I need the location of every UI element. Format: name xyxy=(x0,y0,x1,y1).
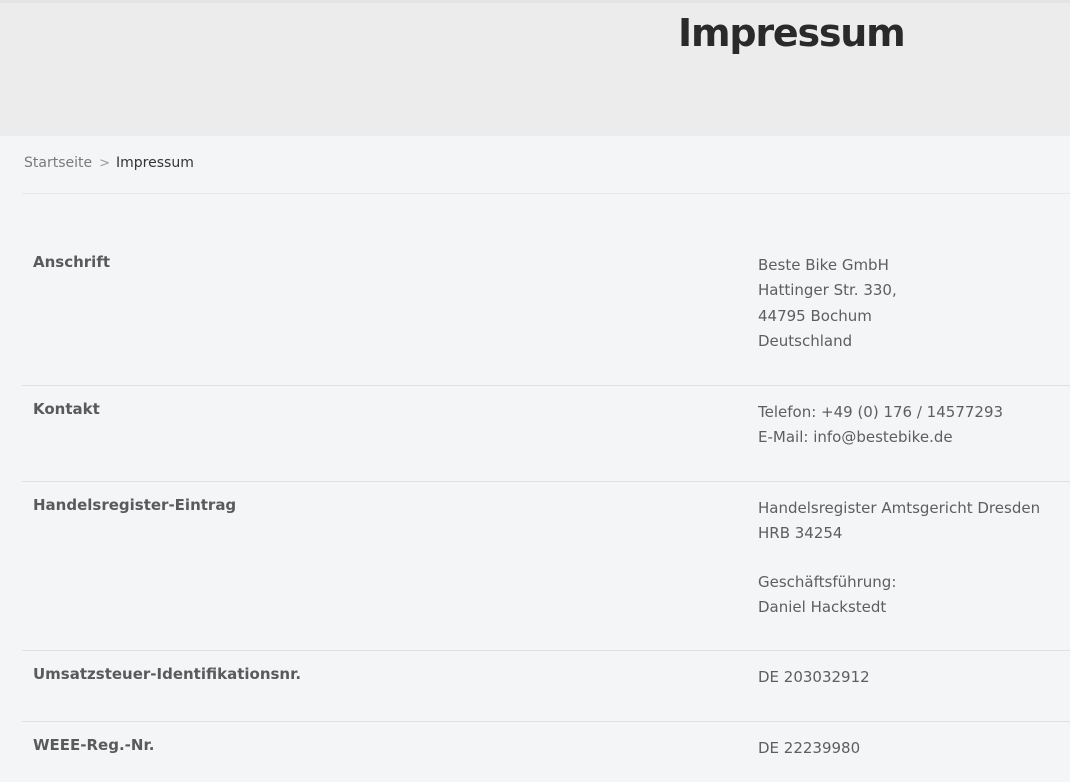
breadcrumb-home-link[interactable]: Startseite xyxy=(24,155,92,171)
row-label: Anschrift xyxy=(33,253,111,271)
imprint-row-handelsregister: Handelsregister-Eintrag Handelsregister … xyxy=(22,482,1070,651)
row-label: Kontakt xyxy=(33,400,100,418)
management-name: Daniel Hackstedt xyxy=(758,597,887,616)
chevron-right-icon: > xyxy=(99,156,111,171)
vat-id-value: DE 203032912 xyxy=(758,668,870,686)
email-prefix: E-Mail: xyxy=(758,428,814,447)
company-name: Beste Bike GmbH xyxy=(758,256,889,274)
register-number: HRB 34254 xyxy=(758,524,843,543)
divider xyxy=(22,193,1070,194)
breadcrumb: Startseite > Impressum xyxy=(24,155,194,171)
register-court: Handelsregister Amtsgericht Dresden xyxy=(758,499,1041,517)
register-value: Handelsregister Amtsgericht Dresden HRB … xyxy=(758,496,1040,620)
country: Deutschland xyxy=(758,331,853,350)
phone-text: Telefon: +49 (0) 176 / 14577293 xyxy=(758,403,1004,421)
contact-value: Telefon: +49 (0) 176 / 14577293 E-Mail: … xyxy=(758,400,1003,451)
management-label: Geschäftsführung: xyxy=(758,572,897,591)
email-line: E-Mail: info@bestebike.de xyxy=(758,425,1003,450)
page-header: Impressum xyxy=(0,0,1070,136)
imprint-row-ust: Umsatzsteuer-Identifikationsnr. DE 20303… xyxy=(22,651,1070,722)
row-label: WEEE-Reg.-Nr. xyxy=(33,736,155,754)
address-value: Beste Bike GmbH Hattinger Str. 330, 4479… xyxy=(758,253,897,354)
imprint-row-anschrift: Anschrift Beste Bike GmbH Hattinger Str.… xyxy=(22,239,1070,386)
page-title: Impressum xyxy=(678,11,906,55)
row-label: Umsatzsteuer-Identifikationsnr. xyxy=(33,665,302,683)
imprint-row-kontakt: Kontakt Telefon: +49 (0) 176 / 14577293 … xyxy=(22,386,1070,482)
breadcrumb-current: Impressum xyxy=(116,155,194,171)
imprint-row-weee: WEEE-Reg.-Nr. DE 22239980 xyxy=(22,722,1070,782)
row-label: Handelsregister-Eintrag xyxy=(33,496,237,514)
street: Hattinger Str. 330, xyxy=(758,281,897,300)
weee-value: DE 22239980 xyxy=(758,739,861,757)
postal-city: 44795 Bochum xyxy=(758,306,872,325)
imprint-table: Anschrift Beste Bike GmbH Hattinger Str.… xyxy=(22,239,1070,782)
email-link[interactable]: info@bestebike.de xyxy=(813,428,952,446)
